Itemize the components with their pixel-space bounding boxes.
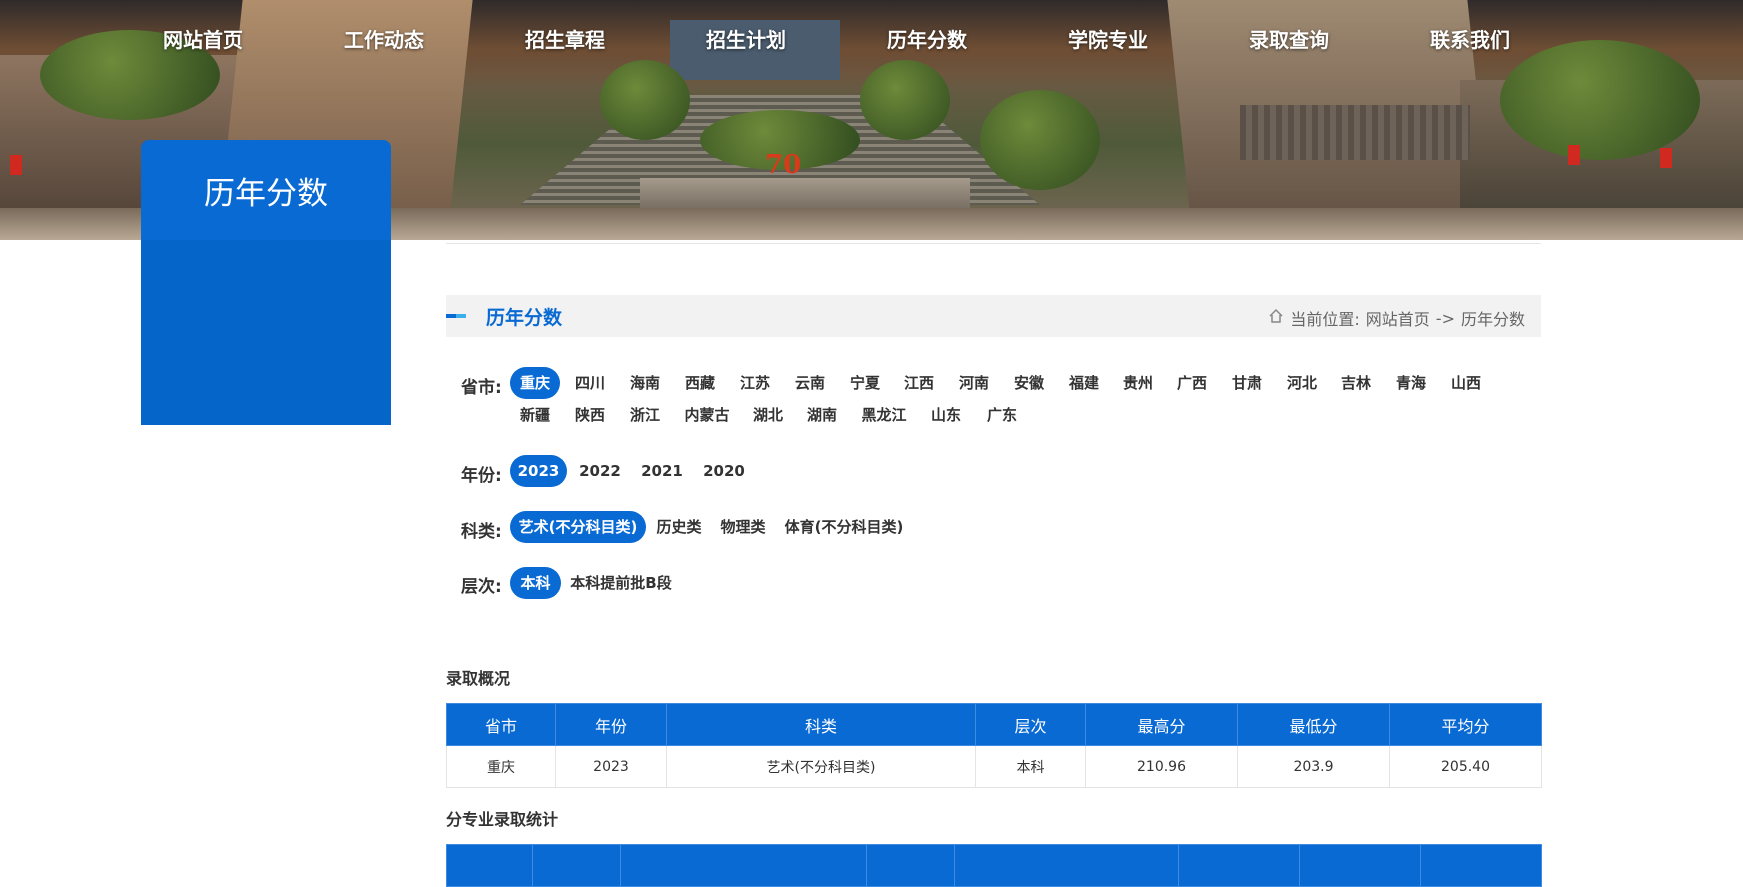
filter-option-category[interactable]: 历史类 bbox=[651, 511, 707, 543]
filter-option-province[interactable]: 贵州 bbox=[1113, 367, 1163, 399]
filter-option-province[interactable]: 西藏 bbox=[675, 367, 725, 399]
table-header-cell: 年份 bbox=[555, 703, 667, 746]
category-label: 科类: bbox=[461, 522, 502, 542]
filter-option-year[interactable]: 2022 bbox=[572, 455, 628, 487]
nav-item-plan[interactable]: 招生计划 bbox=[706, 24, 786, 53]
filter-option-province[interactable]: 广东 bbox=[977, 399, 1027, 431]
filter-option-province[interactable]: 云南 bbox=[785, 367, 835, 399]
breadcrumb: 当前位置: 网站首页 -> 历年分数 bbox=[1268, 306, 1525, 330]
table-cell: 210.96 bbox=[1085, 745, 1238, 788]
title-mark bbox=[446, 314, 466, 318]
table-header-cell: 最低分 bbox=[1237, 703, 1390, 746]
table-header-cell: 科类 bbox=[666, 703, 976, 746]
filter-option-province[interactable]: 湖北 bbox=[743, 399, 793, 431]
nav-item-contact[interactable]: 联系我们 bbox=[1430, 24, 1510, 53]
table-cell: 重庆 bbox=[446, 745, 556, 788]
filter-option-category[interactable]: 物理类 bbox=[715, 511, 771, 543]
filter-option-province[interactable]: 浙江 bbox=[620, 399, 670, 431]
page-title: 历年分数 bbox=[486, 307, 563, 329]
nav-item-admission-query[interactable]: 录取查询 bbox=[1249, 24, 1329, 53]
breadcrumb-current: 历年分数 bbox=[1460, 310, 1525, 329]
nav-item-majors[interactable]: 学院专业 bbox=[1068, 24, 1148, 53]
filter-option-year[interactable]: 2023 bbox=[510, 455, 567, 487]
flag-icon bbox=[1568, 145, 1580, 165]
filter-option-province[interactable]: 陕西 bbox=[565, 399, 615, 431]
home-icon bbox=[1268, 308, 1284, 328]
nav-item-charter[interactable]: 招生章程 bbox=[525, 24, 605, 53]
filter-option-province[interactable]: 河北 bbox=[1277, 367, 1327, 399]
by-major-table bbox=[446, 844, 1542, 887]
filter-option-province[interactable]: 新疆 bbox=[510, 399, 560, 431]
filter-option-category[interactable]: 艺术(不分科目类) bbox=[510, 511, 646, 543]
filter-option-category[interactable]: 体育(不分科目类) bbox=[780, 511, 908, 543]
banner-relief bbox=[1240, 105, 1470, 160]
table-header-cell bbox=[532, 844, 621, 887]
filter-option-province[interactable]: 安徽 bbox=[1004, 367, 1054, 399]
by-major-title: 分专业录取统计 bbox=[446, 810, 559, 829]
divider bbox=[446, 243, 1541, 244]
filter-option-level[interactable]: 本科 bbox=[510, 567, 561, 599]
filter-option-year[interactable]: 2021 bbox=[634, 455, 690, 487]
breadcrumb-prefix: 当前位置: bbox=[1290, 310, 1360, 329]
table-row: 重庆 2023 艺术(不分科目类) 本科 210.96 203.9 205.40 bbox=[446, 745, 1542, 788]
summary-table: 省市 年份 科类 层次 最高分 最低分 平均分 重庆 2023 艺术(不分科目类) 本科 210.9… bbox=[446, 703, 1542, 788]
summary-title: 录取概况 bbox=[446, 669, 511, 688]
table-header-cell bbox=[446, 844, 533, 887]
nav-item-home[interactable]: 网站首页 bbox=[163, 24, 243, 53]
table-header-cell bbox=[1299, 844, 1421, 887]
side-menu-title: 历年分数 bbox=[141, 140, 391, 240]
table-cell: 本科 bbox=[975, 745, 1086, 788]
filter-option-province[interactable]: 四川 bbox=[565, 367, 615, 399]
year-label: 年份: bbox=[461, 466, 502, 486]
filter-option-province[interactable]: 黑龙江 bbox=[852, 399, 916, 431]
filter-option-province[interactable]: 河南 bbox=[949, 367, 999, 399]
table-cell: 205.40 bbox=[1389, 745, 1542, 788]
filter-option-province[interactable]: 山西 bbox=[1441, 367, 1491, 399]
flag-icon bbox=[1660, 148, 1672, 168]
main-nav: 网站首页 工作动态 招生章程 招生计划 历年分数 学院专业 录取查询 联系我们 bbox=[0, 0, 1743, 75]
filter-option-province[interactable]: 宁夏 bbox=[840, 367, 890, 399]
filter-option-province[interactable]: 青海 bbox=[1386, 367, 1436, 399]
filter-option-province[interactable]: 海南 bbox=[620, 367, 670, 399]
filter-option-province[interactable]: 内蒙古 bbox=[675, 399, 739, 431]
filter-option-province[interactable]: 江苏 bbox=[730, 367, 780, 399]
breadcrumb-home-link[interactable]: 网站首页 bbox=[1366, 306, 1430, 330]
filter-option-province[interactable]: 甘肃 bbox=[1222, 367, 1272, 399]
table-header-row: 省市 年份 科类 层次 最高分 最低分 平均分 bbox=[446, 703, 1542, 746]
table-header-cell bbox=[954, 844, 1179, 887]
table-header-cell: 省市 bbox=[446, 703, 556, 746]
nav-item-scores[interactable]: 历年分数 bbox=[887, 24, 967, 53]
filter-option-province[interactable]: 福建 bbox=[1059, 367, 1109, 399]
table-cell: 2023 bbox=[555, 745, 667, 788]
table-header-cell: 平均分 bbox=[1389, 703, 1542, 746]
table-cell: 艺术(不分科目类) bbox=[666, 745, 976, 788]
level-label: 层次: bbox=[461, 577, 502, 597]
banner-tree bbox=[980, 90, 1100, 190]
table-header-cell bbox=[1178, 844, 1300, 887]
filter-option-province[interactable]: 广西 bbox=[1167, 367, 1217, 399]
nav-item-news[interactable]: 工作动态 bbox=[344, 24, 424, 53]
table-header-cell: 层次 bbox=[975, 703, 1086, 746]
section-title-bar: 历年分数 当前位置: 网站首页 -> 历年分数 bbox=[446, 295, 1541, 337]
table-header-cell bbox=[620, 844, 867, 887]
filter-option-province[interactable]: 吉林 bbox=[1331, 367, 1381, 399]
table-header-cell bbox=[866, 844, 955, 887]
filter-option-province[interactable]: 江西 bbox=[894, 367, 944, 399]
filter-option-province[interactable]: 山东 bbox=[921, 399, 971, 431]
table-header-cell bbox=[1420, 844, 1542, 887]
table-header-row bbox=[446, 844, 1542, 887]
province-label: 省市: bbox=[461, 378, 502, 398]
table-header-cell: 最高分 bbox=[1085, 703, 1238, 746]
filter-option-year[interactable]: 2020 bbox=[696, 455, 752, 487]
filter-option-level[interactable]: 本科提前批B段 bbox=[568, 567, 674, 599]
side-menu: 历年分数 bbox=[141, 140, 391, 425]
filter-option-province[interactable]: 湖南 bbox=[797, 399, 847, 431]
filter-option-province[interactable]: 重庆 bbox=[510, 367, 560, 399]
table-cell: 203.9 bbox=[1237, 745, 1390, 788]
banner-70-emblem: 70 bbox=[765, 150, 802, 180]
breadcrumb-separator: -> bbox=[1435, 308, 1455, 328]
flag-icon bbox=[10, 155, 22, 175]
